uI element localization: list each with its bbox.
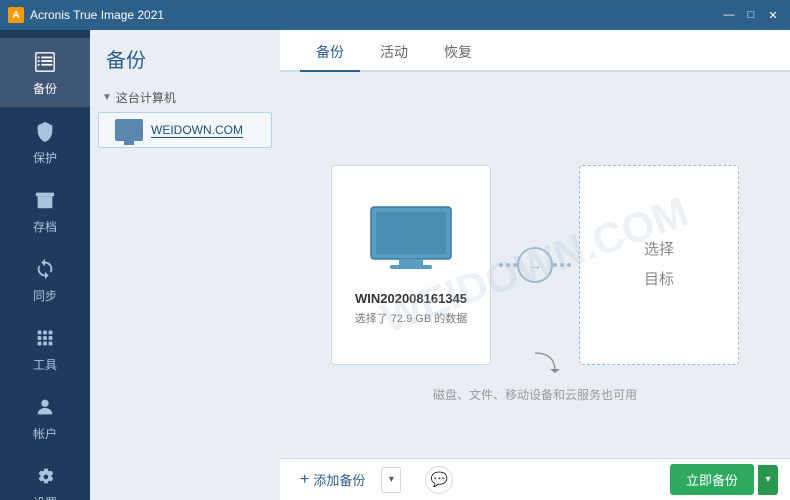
minimize-button[interactable]: —	[720, 7, 738, 23]
section-collapse-icon: ▼	[102, 92, 112, 103]
protect-icon	[31, 117, 59, 145]
dest-line2: 目标	[644, 265, 674, 295]
sidebar-label-backup: 备份	[33, 80, 57, 97]
backup-flow: WIN202008161345 选择了 72.9 GB 的数据 →	[331, 165, 739, 365]
sidebar-label-archive: 存档	[33, 218, 57, 235]
sync-icon	[31, 255, 59, 283]
main-layout: 备份 保护 存档 同步 工具	[0, 30, 790, 500]
settings-icon	[31, 462, 59, 490]
dot	[499, 263, 503, 267]
source-name: WIN202008161345	[355, 291, 467, 306]
sidebar-item-archive[interactable]: 存档	[0, 176, 90, 245]
dot	[560, 263, 564, 267]
sidebar-label-tools: 工具	[33, 356, 57, 373]
tab-backup[interactable]: 备份	[300, 34, 360, 70]
dot	[506, 263, 510, 267]
sidebar-item-protect[interactable]: 保护	[0, 107, 90, 176]
source-box[interactable]: WIN202008161345 选择了 72.9 GB 的数据	[331, 165, 491, 365]
plus-icon: +	[300, 471, 309, 489]
close-button[interactable]: ✕	[764, 7, 782, 23]
bottom-bar: + 添加备份 ▾ 💬 立即备份 ▾	[280, 458, 790, 500]
panel-title: 备份	[90, 40, 280, 85]
source-info: 选择了 72.9 GB 的数据	[355, 310, 467, 326]
app-icon: A	[8, 7, 24, 23]
hint-area: 磁盘、文件、移动设备和云服务也可用	[433, 351, 637, 403]
tab-activity[interactable]: 活动	[364, 34, 424, 70]
sidebar-item-backup[interactable]: 备份	[0, 38, 90, 107]
add-label: 添加备份	[313, 470, 365, 489]
computer-item[interactable]: WEIDOWN.COM	[98, 112, 272, 148]
sidebar-item-tools[interactable]: 工具	[0, 314, 90, 383]
archive-icon	[31, 186, 59, 214]
dest-line1: 选择	[644, 235, 674, 265]
dest-box[interactable]: 选择 目标	[579, 165, 739, 365]
account-icon	[31, 393, 59, 421]
dot	[553, 263, 557, 267]
sidebar-label-protect: 保护	[33, 149, 57, 166]
computer-name: WEIDOWN.COM	[151, 123, 243, 138]
chat-button[interactable]: 💬	[425, 466, 453, 494]
computer-icon	[115, 119, 143, 141]
bottom-right: 立即备份 ▾	[670, 464, 778, 495]
backup-now-button[interactable]: 立即备份	[670, 464, 754, 495]
monitor-icon	[366, 205, 456, 275]
sidebar-item-sync[interactable]: 同步	[0, 245, 90, 314]
titlebar-left: A Acronis True Image 2021	[8, 7, 164, 23]
curved-arrow-icon	[505, 351, 565, 381]
section-header[interactable]: ▼ 这台计算机	[90, 85, 280, 110]
hint-text: 磁盘、文件、移动设备和云服务也可用	[433, 386, 637, 403]
sidebar-label-sync: 同步	[33, 287, 57, 304]
section-label: 这台计算机	[116, 89, 176, 106]
sidebar-item-settings[interactable]: 设置	[0, 452, 90, 500]
tools-icon	[31, 324, 59, 352]
tabs-bar: 备份 活动 恢复	[280, 30, 790, 72]
arrow-connector: →	[491, 247, 579, 283]
right-content: 备份 活动 恢复 WEIDOWN.COM	[280, 30, 790, 500]
sidebar-panel: 备份 ▼ 这台计算机 WEIDOWN.COM	[90, 30, 280, 500]
tab-recovery[interactable]: 恢复	[428, 34, 488, 70]
sidebar-label-account: 帐户	[33, 425, 57, 442]
arrow-circle: →	[517, 247, 553, 283]
workspace: WEIDOWN.COM WIN2020081613	[280, 72, 790, 458]
content-area: 备份 ▼ 这台计算机 WEIDOWN.COM 备份 活动 恢复 WEIDOWN.…	[90, 30, 790, 500]
backup-icon	[31, 48, 59, 76]
sidebar-label-settings: 设置	[33, 494, 57, 500]
left-dots	[499, 263, 517, 267]
titlebar: A Acronis True Image 2021 — □ ✕	[0, 0, 790, 30]
bottom-left: + 添加备份 ▾ 💬	[292, 466, 453, 494]
titlebar-title: Acronis True Image 2021	[30, 8, 164, 22]
titlebar-controls: — □ ✕	[720, 7, 782, 23]
add-dropdown-button[interactable]: ▾	[381, 467, 401, 493]
sidebar-item-account[interactable]: 帐户	[0, 383, 90, 452]
dot	[567, 263, 571, 267]
maximize-button[interactable]: □	[742, 7, 760, 23]
backup-now-dropdown[interactable]: ▾	[758, 465, 778, 495]
right-dots	[553, 263, 571, 267]
sidebar: 备份 保护 存档 同步 工具	[0, 30, 90, 500]
add-backup-button[interactable]: + 添加备份	[292, 466, 373, 493]
